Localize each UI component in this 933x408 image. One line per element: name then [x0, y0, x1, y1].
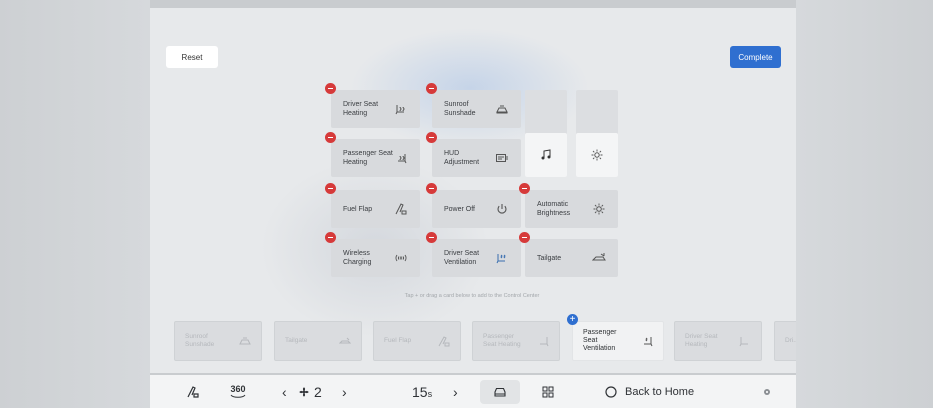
rotate-icon	[230, 394, 246, 398]
temperature-unit: s	[427, 388, 433, 399]
tile-label: Passenger Seat Heating	[483, 333, 521, 348]
control-center-button[interactable]	[542, 375, 554, 408]
tile-label: Fuel Flap	[384, 337, 412, 344]
car-control-button[interactable]	[480, 380, 520, 404]
back-to-home-label: Back to Home	[625, 385, 695, 398]
music-icon	[541, 149, 551, 160]
available-tile[interactable]: Tailgate	[274, 321, 362, 361]
available-tile[interactable]: Fuel Flap	[373, 321, 461, 361]
tile-label: Dri...	[785, 337, 796, 344]
tile-label: Passenger Seat Ventilation	[583, 329, 617, 352]
tile-label: Sunroof Sunshade	[185, 333, 215, 348]
wireless-icon	[395, 254, 407, 262]
tailgate-icon	[592, 253, 606, 261]
music-tile[interactable]	[525, 133, 567, 177]
tile-fuel-flap[interactable]: Fuel Flap	[325, 183, 420, 228]
remove-icon[interactable]	[325, 232, 336, 243]
tile-sunroof-sunshade[interactable]: Sunroof Sunshade	[426, 83, 521, 128]
seat-vent-icon	[496, 254, 506, 264]
remove-icon[interactable]	[426, 83, 437, 94]
remove-icon[interactable]	[325, 132, 336, 143]
tile-label: Tailgate	[537, 254, 562, 262]
bottom-bar: 360 ‹ 2 › 15 s › Back to Home	[150, 375, 796, 408]
remove-icon[interactable]	[426, 183, 437, 194]
tile-label: Sunroof Sunshade	[444, 101, 476, 117]
tile-hud-adjustment[interactable]: HUD Adjustment	[426, 132, 521, 177]
tailgate-icon	[339, 337, 351, 344]
available-tile[interactable]: Dri...	[774, 321, 796, 361]
control-center-editor: Reset Complete Driver Seat Heating Sunro…	[150, 8, 796, 373]
remove-icon[interactable]	[519, 183, 530, 194]
back-to-home-button[interactable]: Back to Home	[605, 375, 694, 408]
available-tile[interactable]: Passenger Seat Heating	[472, 321, 560, 361]
available-tile[interactable]: Sunroof Sunshade	[174, 321, 262, 361]
tile-label: Tailgate	[285, 337, 308, 344]
chevron-right-icon: ›	[453, 383, 458, 400]
chevron-right-icon: ›	[342, 383, 347, 400]
tile-label: Passenger Seat Heating	[343, 150, 393, 166]
temperature-display[interactable]: 15 s	[412, 375, 432, 408]
right-backdrop	[796, 0, 933, 408]
car-icon	[494, 387, 506, 397]
sunroof-icon	[239, 337, 251, 345]
fuel-icon	[438, 336, 450, 347]
tile-passenger-seat-heating[interactable]: Passenger Seat Heating	[325, 132, 420, 177]
tile-driver-seat-ventilation[interactable]: Driver Seat Ventilation	[426, 232, 521, 277]
home-circle-icon	[605, 385, 617, 398]
fuel-icon	[395, 203, 407, 215]
grid-icon	[542, 386, 554, 397]
fan-speed-value: 2	[314, 383, 322, 400]
tile-label: Wireless Charging	[343, 250, 372, 266]
brightness-icon	[593, 203, 605, 215]
gear-icon	[764, 388, 770, 395]
seat-heat-icon	[395, 105, 405, 115]
seat-heat-icon	[398, 154, 407, 164]
remove-icon[interactable]	[426, 132, 437, 143]
seat-heat-icon	[540, 337, 549, 347]
fan-icon	[299, 387, 309, 396]
tile-tailgate[interactable]: Tailgate	[519, 232, 618, 277]
fan-decrease-button[interactable]: ‹	[282, 375, 287, 408]
seat-vent-icon	[644, 337, 653, 347]
fan-speed: 2	[298, 375, 322, 408]
remove-icon[interactable]	[325, 83, 336, 94]
available-tile[interactable]: Driver Seat Heating	[674, 321, 762, 361]
power-icon	[497, 204, 507, 214]
add-icon[interactable]: +	[567, 314, 578, 325]
view-360-button[interactable]: 360	[230, 375, 246, 408]
available-tile-active[interactable]: + Passenger Seat Ventilation	[567, 314, 664, 361]
temperature-value: 15	[412, 383, 428, 400]
left-backdrop	[0, 0, 150, 408]
remove-icon[interactable]	[325, 183, 336, 194]
tile-label: Power Off	[444, 205, 475, 213]
tile-label: Automatic Brightness	[537, 201, 571, 217]
tile-power-off[interactable]: Power Off	[426, 183, 521, 228]
remove-icon[interactable]	[519, 232, 530, 243]
sunroof-icon	[496, 105, 508, 114]
tile-wireless-charging[interactable]: Wireless Charging	[325, 232, 420, 277]
settings-button[interactable]	[762, 375, 772, 408]
seat-heat-icon	[739, 337, 748, 347]
fan-increase-button[interactable]: ›	[342, 375, 347, 408]
tile-label: Driver Seat Ventilation	[444, 250, 480, 266]
fuel-icon	[187, 385, 199, 398]
fuel-button[interactable]	[186, 375, 200, 408]
hint-text: Tap + or drag a card below to add to the…	[404, 293, 540, 299]
tile-label: Fuel Flap	[343, 205, 373, 213]
tile-driver-seat-heating[interactable]: Driver Seat Heating	[325, 83, 420, 128]
tile-label: HUD Adjustment	[444, 150, 480, 166]
tile-label: Driver Seat Heating	[343, 101, 379, 117]
reset-button[interactable]: Reset	[166, 46, 218, 68]
temp-increase-button[interactable]: ›	[453, 375, 458, 408]
brightness-tile[interactable]	[576, 133, 618, 177]
view-360-label: 360	[230, 383, 246, 394]
remove-icon[interactable]	[426, 232, 437, 243]
tile-automatic-brightness[interactable]: Automatic Brightness	[519, 183, 618, 228]
complete-button[interactable]: Complete	[730, 46, 781, 68]
tile-label: Driver Seat Heating	[685, 333, 718, 348]
chevron-left-icon: ‹	[282, 383, 287, 400]
sun-icon	[591, 149, 603, 161]
hud-icon	[496, 154, 508, 162]
